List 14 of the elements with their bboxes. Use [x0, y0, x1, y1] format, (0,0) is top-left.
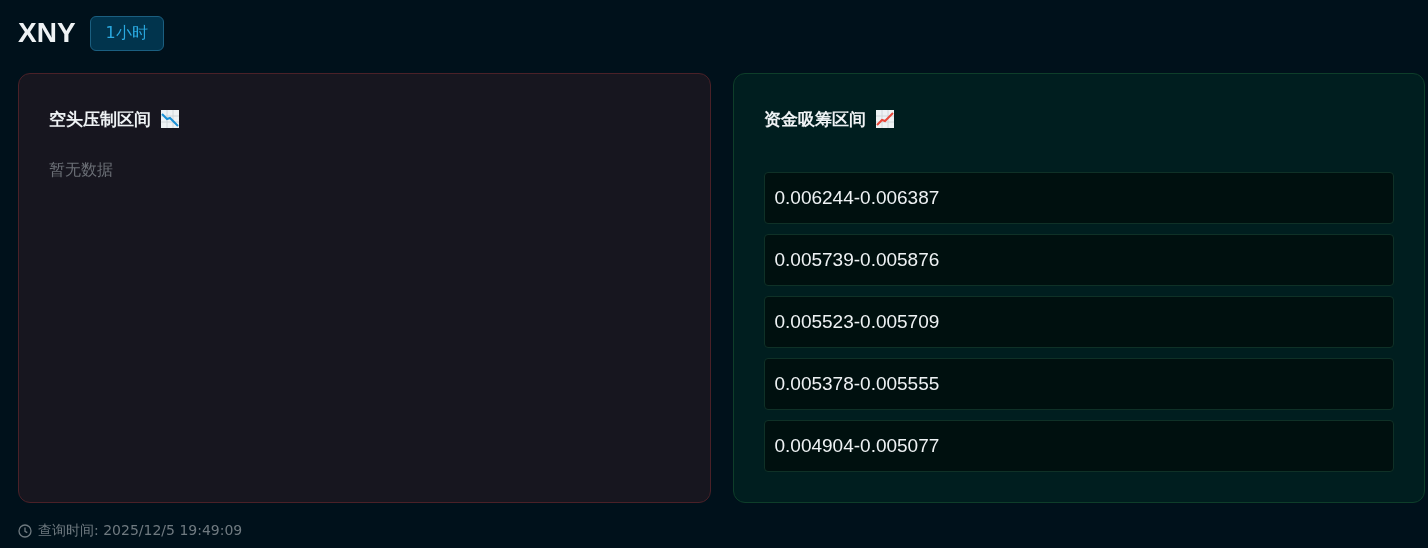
price-range-row: 0.005378-0.005555 [763, 358, 1394, 410]
symbol-title: XNY [18, 17, 76, 49]
clock-icon [18, 524, 32, 538]
card-title: 空头压制区间 [49, 107, 151, 131]
price-range-row: 0.005523-0.005709 [763, 296, 1394, 348]
price-range-row: 0.005739-0.005876 [763, 234, 1394, 286]
query-time: 查询时间: 2025/12/5 19:49:09 [38, 522, 243, 540]
chart-increasing-icon [875, 110, 894, 128]
timeframe-badge: 1小时 [89, 15, 164, 51]
card-title: 资金吸筹区间 [763, 107, 866, 131]
empty-message: 暂无数据 [49, 160, 114, 181]
price-range-row: 0.004904-0.005077 [763, 420, 1394, 472]
price-range-row: 0.006244-0.006387 [763, 172, 1394, 224]
chart-decreasing-icon [161, 110, 179, 128]
